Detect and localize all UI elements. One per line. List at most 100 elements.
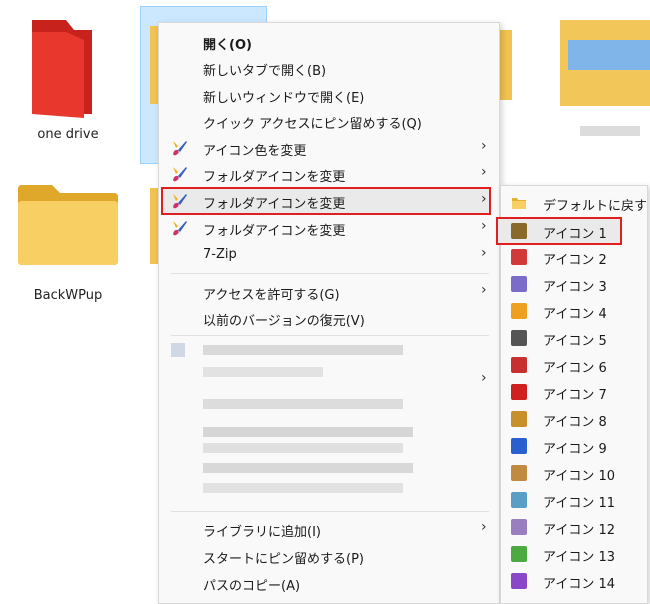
submenu-item-label: アイコン 13 [543, 550, 616, 565]
submenu-item-label: アイコン 5 [543, 334, 607, 349]
submenu-item-icon-11[interactable]: アイコン 11 [501, 487, 647, 513]
blurred-text [203, 463, 413, 473]
menu-item-label: 新しいウィンドウで開く(E) [203, 91, 365, 106]
menu-item-label: アクセスを許可する(G) [203, 288, 340, 303]
menu-item-grant-access[interactable]: アクセスを許可する(G) › [159, 279, 499, 305]
folder-icon [512, 198, 526, 209]
chevron-right-icon: › [481, 191, 487, 207]
menu-item-change-folder-icon-highlighted[interactable]: フォルダアイコンを変更 › [161, 187, 491, 215]
menu-item-label: アイコン色を変更 [203, 144, 307, 159]
menu-item-label: 新しいタブで開く(B) [203, 64, 327, 79]
submenu-item-icon-4[interactable]: アイコン 4 [501, 298, 647, 324]
submenu-item-label: アイコン 8 [543, 415, 607, 430]
paintbrush-icon [173, 141, 187, 156]
submenu-item-icon-1[interactable]: アイコン 1 [496, 217, 622, 245]
person-icon [511, 223, 527, 239]
menu-item-open-new-window[interactable]: 新しいウィンドウで開く(E) [159, 82, 499, 108]
paintbrush-icon [173, 221, 187, 236]
submenu-item-label: アイコン 1 [543, 227, 607, 242]
chevron-right-icon: › [481, 519, 487, 535]
submenu-item-label: アイコン 4 [543, 307, 607, 322]
menu-item-label: パスのコピー(A) [203, 579, 301, 594]
menu-item-label: 開く(O) [203, 38, 252, 53]
menu-separator [171, 273, 489, 274]
violet-folder-icon [511, 573, 527, 589]
purple-folder-icon [511, 276, 527, 292]
submenu-item-label: アイコン 7 [543, 388, 607, 403]
blurred-icon [171, 343, 185, 357]
submenu-item-label: デフォルトに戻す [543, 199, 648, 214]
submenu-item-label: アイコン 9 [543, 442, 607, 457]
chevron-right-icon: › [481, 164, 487, 180]
submenu-item-icon-10[interactable]: アイコン 10 [501, 460, 647, 486]
submenu-item-icon-8[interactable]: アイコン 8 [501, 406, 647, 432]
blurred-item [580, 126, 640, 136]
menu-item-label: フォルダアイコンを変更 [203, 197, 346, 212]
blurred-text [203, 345, 403, 355]
chevron-right-icon: › [481, 370, 487, 386]
blurred-item [568, 40, 650, 70]
menu-item-pin-quick-access[interactable]: クイック アクセスにピン留めする(Q) [159, 108, 499, 134]
gray-folder-icon [511, 519, 527, 535]
submenu-item-icon-12[interactable]: アイコン 12 [501, 514, 647, 540]
menu-separator [171, 511, 489, 512]
menu-item-restore-previous-versions[interactable]: 以前のバージョンの復元(V) [159, 305, 499, 331]
menu-item-label: ライブラリに追加(I) [203, 525, 321, 540]
backwpup-folder-icon[interactable] [16, 183, 120, 267]
tools-icon [511, 330, 527, 346]
chevron-right-icon: › [481, 245, 487, 261]
onedrive-folder-icon[interactable] [26, 18, 98, 118]
monitor-icon [511, 438, 527, 454]
brown-folder-icon [511, 465, 527, 481]
plus-icon [511, 384, 527, 400]
menu-item-pin-to-start[interactable]: スタートにピン留めする(P) [159, 543, 499, 569]
teal-folder-icon [511, 492, 527, 508]
submenu-item-label: アイコン 14 [543, 577, 616, 592]
submenu-item-icon-14[interactable]: アイコン 14 [501, 568, 647, 594]
submenu-item-icon-3[interactable]: アイコン 3 [501, 271, 647, 297]
submenu-item-label: アイコン 6 [543, 361, 607, 376]
submenu-item-label: アイコン 12 [543, 523, 616, 538]
menu-item-open-new-tab[interactable]: 新しいタブで開く(B) [159, 55, 499, 81]
menu-item-7zip[interactable]: 7-Zip › [159, 242, 499, 268]
submenu-item-label: アイコン 10 [543, 469, 616, 484]
submenu-item-default[interactable]: デフォルトに戻す [501, 190, 647, 216]
menu-separator [171, 335, 489, 336]
context-menu: 開く(O) 新しいタブで開く(B) 新しいウィンドウで開く(E) クイック アク… [158, 22, 500, 604]
submenu-item-icon-7[interactable]: アイコン 7 [501, 379, 647, 405]
lock-icon [511, 303, 527, 319]
menu-item-label: フォルダアイコンを変更 [203, 224, 346, 239]
music-icon [511, 411, 527, 427]
menu-item-open[interactable]: 開く(O) [159, 29, 499, 55]
chevron-right-icon: › [481, 138, 487, 154]
film-icon [511, 249, 527, 265]
menu-item-change-folder-icon[interactable]: フォルダアイコンを変更 › [159, 161, 499, 187]
paintbrush-icon [173, 167, 187, 182]
blurred-text [203, 443, 403, 453]
submenu-item-icon-6[interactable]: アイコン 6 [501, 352, 647, 378]
blurred-text [203, 427, 413, 437]
submenu-item-icon-13[interactable]: アイコン 13 [501, 541, 647, 567]
folder-edge [500, 30, 512, 100]
menu-item-blurred-submenu[interactable]: › [159, 367, 499, 393]
menu-item-change-icon-color[interactable]: アイコン色を変更 › [159, 135, 499, 161]
blurred-text [203, 483, 403, 493]
submenu-item-icon-9[interactable]: アイコン 9 [501, 433, 647, 459]
submenu-item-label: アイコン 3 [543, 280, 607, 295]
menu-item-copy-path[interactable]: パスのコピー(A) [159, 570, 499, 596]
onedrive-label: one drive [37, 127, 99, 142]
menu-item-label: スタートにピン留めする(P) [203, 552, 364, 567]
menu-item-label: 以前のバージョンの復元(V) [203, 314, 365, 329]
paintbrush-icon [173, 194, 187, 209]
submenu-item-icon-5[interactable]: アイコン 5 [501, 325, 647, 351]
green-folder-icon [511, 546, 527, 562]
chevron-right-icon: › [481, 282, 487, 298]
submenu-item-label: アイコン 11 [543, 496, 616, 511]
submenu-item-icon-2[interactable]: アイコン 2 [501, 244, 647, 270]
chevron-right-icon: › [481, 218, 487, 234]
menu-item-change-folder-icon-2[interactable]: フォルダアイコンを変更 › [159, 215, 499, 241]
media-icon [511, 357, 527, 373]
menu-item-label: 7-Zip [203, 247, 237, 262]
folder-icon-submenu: デフォルトに戻す アイコン 1 アイコン 2 アイコン 3 アイコン 4 アイコ… [496, 185, 648, 604]
menu-item-add-to-library[interactable]: ライブラリに追加(I) › [159, 516, 499, 542]
